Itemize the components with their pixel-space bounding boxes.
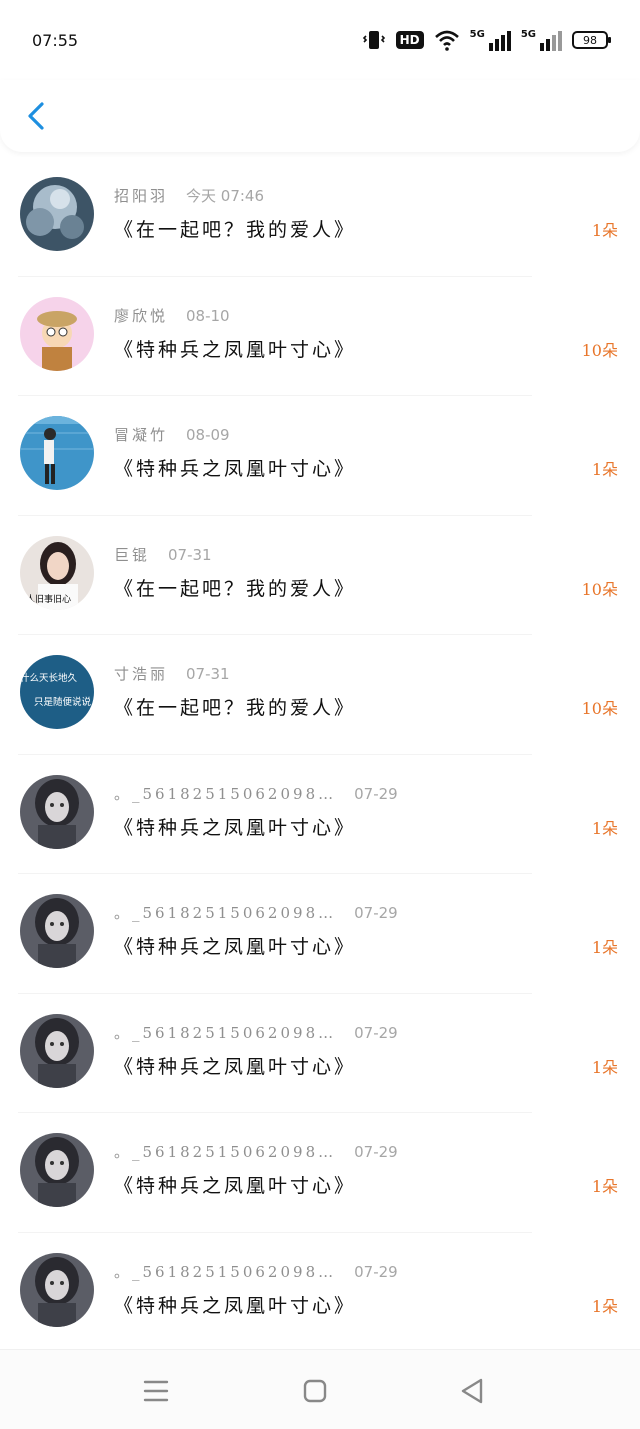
gift-list: 招阳羽 今天 07:46 《在一起吧？我的爱人》 1朵 廖欣悦 08-10 《特种兵… <box>0 157 640 1352</box>
sender-name: 巨锟 <box>114 545 151 564</box>
avatar <box>20 177 94 251</box>
menu-icon[interactable] <box>139 1374 173 1408</box>
avatar-line-1: 什么天长地久 <box>20 672 78 684</box>
flower-count: 1朵 <box>591 221 618 240</box>
hd-icon: HD <box>395 31 424 49</box>
list-item[interactable]: 廖欣悦 08-10 《特种兵之凤凰叶寸心》 10朵 <box>0 277 640 397</box>
send-date: 08-10 <box>186 306 230 325</box>
flower-count: 1朵 <box>591 1057 618 1077</box>
avatar <box>20 1133 94 1207</box>
avatar <box>20 296 94 371</box>
sender-name: 寸浩丽 <box>114 665 169 683</box>
list-item[interactable]: 。_56182515062098… 07-29 《特种兵之凤凰叶寸心》 1朵 <box>0 874 640 994</box>
book-title: 《在一起吧？我的爱人》 <box>114 697 357 719</box>
book-title: 《特种兵之凤凰叶寸心》 <box>114 1055 357 1078</box>
book-title: 《特种兵之凤凰叶寸心》 <box>114 458 357 480</box>
list-item[interactable]: 什么天长地久 只是随便说说 寸浩丽 07-31 《在一起吧？我的爱人》 10朵 <box>0 635 640 755</box>
send-date: 今天 07:46 <box>186 187 265 205</box>
flower-count: 1朵 <box>591 818 618 838</box>
list-item[interactable]: 。_56182515062098… 07-29 《特种兵之凤凰叶寸心》 1朵 <box>0 994 640 1114</box>
system-nav-bar <box>0 1349 640 1429</box>
flower-count: 10朵 <box>581 699 618 718</box>
vibrate-icon <box>362 31 385 49</box>
book-title: 《特种兵之凤凰叶寸心》 <box>114 816 357 839</box>
send-date: 07-29 <box>354 904 398 922</box>
back-triangle-icon[interactable] <box>455 1374 489 1408</box>
send-date: 07-29 <box>354 1143 398 1161</box>
send-date: 07-29 <box>354 1262 398 1281</box>
avatar <box>20 416 94 490</box>
avatar <box>20 894 94 968</box>
book-title: 《特种兵之凤凰叶寸心》 <box>114 1294 357 1317</box>
status-icons: HD 5G 5G 98 <box>362 28 611 52</box>
sender-name: 廖欣悦 <box>114 306 169 325</box>
book-title: 《特种兵之凤凰叶寸心》 <box>114 338 357 361</box>
signal-2-icon: 5G <box>521 29 562 51</box>
list-item[interactable]: 冒凝竹 08-09 《特种兵之凤凰叶寸心》 1朵 <box>0 396 640 516</box>
sender-name: 。_56182515062098… <box>114 1023 337 1042</box>
book-title: 《特种兵之凤凰叶寸心》 <box>114 936 357 958</box>
sender-name: 冒凝竹 <box>114 426 169 444</box>
send-date: 07-29 <box>354 784 398 803</box>
sender-name: 。_56182515062098… <box>114 904 337 922</box>
status-bar: 07:55 HD 5G 5G 98 <box>0 0 640 80</box>
flower-count: 1朵 <box>591 1296 618 1316</box>
book-title: 《在一起吧？我的爱人》 <box>114 577 357 600</box>
avatar <box>20 774 94 849</box>
flower-count: 10朵 <box>581 340 618 360</box>
battery-icon: 98 <box>572 31 611 49</box>
list-item[interactable]: 。_56182515062098… 07-29 《特种兵之凤凰叶寸心》 1朵 <box>0 1113 640 1233</box>
list-item[interactable]: 招阳羽 今天 07:46 《在一起吧？我的爱人》 1朵 <box>0 157 640 277</box>
avatar: 人旧事旧心 <box>20 535 94 610</box>
book-title: 《特种兵之凤凰叶寸心》 <box>114 1175 357 1197</box>
sender-name: 。_56182515062098… <box>114 1143 337 1161</box>
avatar: 什么天长地久 只是随便说说 <box>20 655 94 729</box>
flower-count: 1朵 <box>591 1177 618 1196</box>
chevron-left-icon[interactable] <box>20 98 56 134</box>
home-square-icon[interactable] <box>298 1374 332 1408</box>
signal-1-icon: 5G <box>470 29 511 51</box>
header <box>0 80 640 152</box>
avatar <box>20 1013 94 1088</box>
avatar-caption: 人旧事旧心 <box>26 593 71 605</box>
wifi-icon <box>434 30 459 51</box>
flower-count: 10朵 <box>581 579 618 599</box>
book-title: 《在一起吧？我的爱人》 <box>114 219 357 241</box>
send-date: 08-09 <box>186 426 230 444</box>
avatar <box>20 1252 94 1327</box>
list-item[interactable]: 。_56182515062098… 07-29 《特种兵之凤凰叶寸心》 1朵 <box>0 755 640 875</box>
list-item[interactable]: 。_56182515062098… 07-29 《特种兵之凤凰叶寸心》 1朵 <box>0 1233 640 1353</box>
sender-name: 。_56182515062098… <box>114 1262 337 1281</box>
send-date: 07-31 <box>168 545 212 564</box>
sender-name: 。_56182515062098… <box>114 784 337 803</box>
sender-name: 招阳羽 <box>114 187 169 205</box>
send-date: 07-29 <box>354 1023 398 1042</box>
flower-count: 1朵 <box>591 460 618 479</box>
avatar-line-2: 只是随便说说 <box>34 696 92 708</box>
status-time: 07:55 <box>32 30 79 50</box>
list-item[interactable]: 人旧事旧心 巨锟 07-31 《在一起吧？我的爱人》 10朵 <box>0 516 640 636</box>
send-date: 07-31 <box>186 665 230 683</box>
flower-count: 1朵 <box>591 938 618 957</box>
